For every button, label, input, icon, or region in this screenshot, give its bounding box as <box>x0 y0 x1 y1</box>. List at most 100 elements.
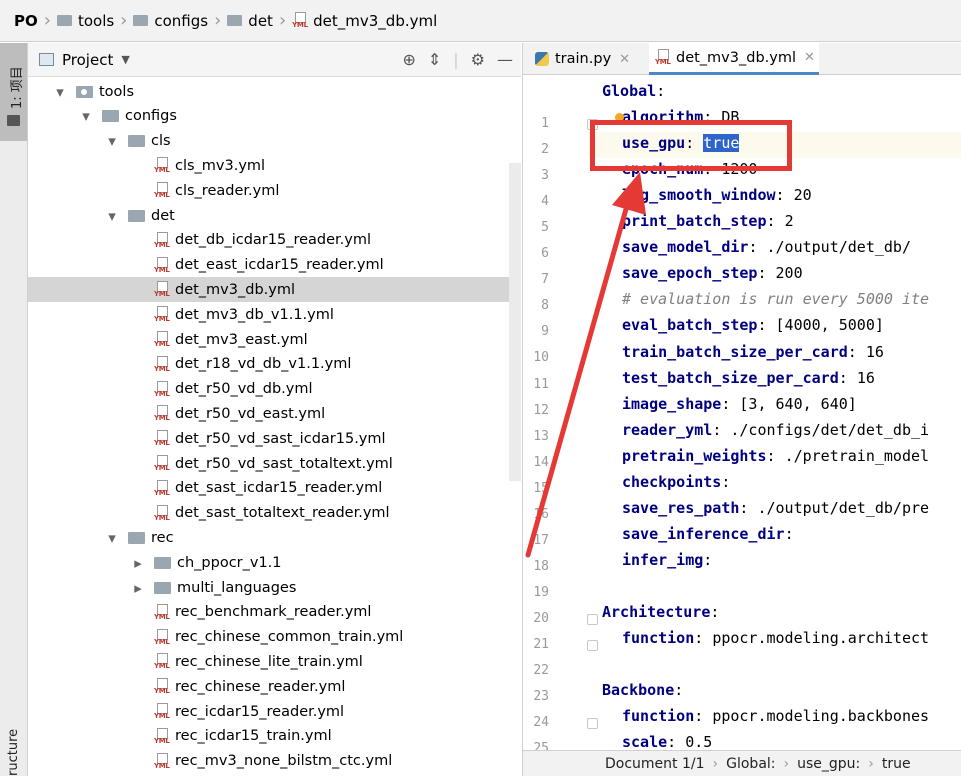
chevron-down-icon[interactable]: ▾ <box>106 529 118 547</box>
status-crumb-use-gpu[interactable]: use_gpu: <box>797 756 860 772</box>
tree-file-item[interactable]: YML rec_icdar15_train.yml <box>28 724 521 749</box>
tree-item-label: det_r50_vd_db.yml <box>175 381 313 398</box>
code-line[interactable]: save_inference_dir: <box>622 521 794 547</box>
tree-folder-item[interactable]: ▸ multi_languages <box>28 575 521 600</box>
yml-file-icon: YML <box>154 380 171 398</box>
code-line[interactable]: pretrain_weights: ./pretrain_model <box>622 443 929 469</box>
tree-folder-item[interactable]: ▾ rec <box>28 525 521 550</box>
code-line[interactable]: infer_img: <box>622 547 712 573</box>
chevron-right-icon[interactable]: ▸ <box>132 554 144 572</box>
structure-tool-tab[interactable]: ructure <box>0 703 27 776</box>
folder-icon <box>7 115 20 126</box>
tree-file-item[interactable]: YML det_r50_vd_sast_icdar15.yml <box>28 426 521 451</box>
yaml-key: log_smooth_window <box>622 186 776 205</box>
chevron-down-icon[interactable]: ▾ <box>54 83 66 101</box>
status-crumb-global[interactable]: Global: <box>726 756 775 772</box>
line-number: 14 <box>533 454 549 470</box>
yaml-key: Architecture <box>602 603 711 621</box>
tree-file-item[interactable]: YML det_mv3_east.yml <box>28 327 521 352</box>
code-line[interactable]: print_batch_step: 2 <box>622 208 794 234</box>
tree-file-item[interactable]: YML cls_mv3.yml <box>28 153 521 178</box>
tree-file-item[interactable]: YML det_sast_icdar15_reader.yml <box>28 476 521 501</box>
editor-breadcrumb-status: Document 1/1 › Global: › use_gpu: › true <box>523 750 961 776</box>
line-number: 20 <box>533 610 549 626</box>
breadcrumb-item-file[interactable]: YML det_mv3_db.yml <box>292 12 437 30</box>
tree-file-item[interactable]: YML det_db_icdar15_reader.yml <box>28 228 521 253</box>
breadcrumb-item-det[interactable]: det <box>227 12 273 30</box>
chevron-down-icon[interactable]: ▾ <box>106 132 118 150</box>
breadcrumb-item-project[interactable]: PO <box>14 12 38 30</box>
tree-item-label: configs <box>125 108 177 125</box>
tree-file-item[interactable]: YML rec_chinese_common_train.yml <box>28 625 521 650</box>
tree-folder-item[interactable]: ▸ ch_ppocr_v1.1 <box>28 550 521 575</box>
locate-file-icon[interactable]: ⊕ <box>402 50 415 69</box>
yml-file-icon: YML <box>154 281 171 298</box>
tree-file-item[interactable]: YML rec_mv3_none_bilstm_ctc.yml <box>28 749 521 774</box>
tree-file-item[interactable]: YML rec_chinese_reader.yml <box>28 674 521 699</box>
tab-train-py[interactable]: train.py ✕ <box>535 43 647 75</box>
yml-file-icon: YML <box>154 727 171 745</box>
tree-folder-item[interactable]: ▾ det <box>28 203 521 228</box>
close-icon[interactable]: ✕ <box>619 52 630 67</box>
code-line[interactable]: log_smooth_window: 20 <box>622 182 812 208</box>
tree-file-item[interactable]: YML rec_benchmark_reader.yml <box>28 600 521 625</box>
code-line[interactable]: image_shape: [3, 640, 640] <box>622 391 857 417</box>
fold-marker-icon[interactable] <box>587 718 598 730</box>
code-line[interactable]: save_res_path: ./output/det_db/pre <box>622 495 929 521</box>
chevron-down-icon[interactable]: ▼ <box>121 53 129 66</box>
code-line[interactable]: test_batch_size_per_card: 16 <box>622 365 875 391</box>
tree-file-item[interactable]: YML det_east_icdar15_reader.yml <box>28 253 521 278</box>
tree-file-item[interactable]: YML det_sast_totaltext_reader.yml <box>28 501 521 526</box>
breadcrumb-separator: › <box>278 10 287 31</box>
document-indicator[interactable]: Document 1/1 <box>605 756 705 772</box>
tree-scrollbar[interactable] <box>509 163 521 481</box>
code-line[interactable]: train_batch_size_per_card: 16 <box>622 339 884 365</box>
breadcrumb-item-configs[interactable]: configs <box>133 12 208 30</box>
tree-folder-item[interactable]: ▾ cls <box>28 129 521 154</box>
code-line[interactable]: save_model_dir: ./output/det_db/ <box>622 234 911 260</box>
tree-file-item[interactable]: YML rec_chinese_lite_train.yml <box>28 649 521 674</box>
tab-det-mv3-db-yml[interactable]: YML det_mv3_db.yml ✕ <box>649 43 819 75</box>
tree-file-item[interactable]: YML cls_reader.yml <box>28 178 521 203</box>
tree-file-item[interactable]: YML det_r50_vd_east.yml <box>28 401 521 426</box>
tab-label: train.py <box>555 51 612 67</box>
project-view-title[interactable]: Project <box>62 51 113 69</box>
code-line[interactable]: Architecture: <box>602 599 719 625</box>
breadcrumb-label: configs <box>154 11 209 30</box>
breadcrumb-item-tools[interactable]: tools <box>56 12 114 30</box>
tree-item-label: multi_languages <box>177 579 297 596</box>
fold-marker-icon[interactable] <box>587 613 598 625</box>
status-crumb-value[interactable]: true <box>882 756 911 772</box>
close-icon[interactable]: ✕ <box>804 50 815 65</box>
fold-marker-icon[interactable] <box>587 640 598 651</box>
collapse-all-icon[interactable]: ⇕ <box>428 50 441 69</box>
code-line[interactable]: function: ppocr.modeling.backbones <box>622 703 929 729</box>
yaml-key: Backbone <box>602 681 675 700</box>
code-line[interactable]: checkpoints: <box>622 469 730 495</box>
chevron-down-icon[interactable]: ▾ <box>106 207 118 225</box>
tree-folder-item[interactable]: ▾ tools <box>28 79 521 104</box>
yaml-key: save_epoch_step <box>622 264 758 283</box>
tree-file-item[interactable]: YML det_mv3_db_v1.1.yml <box>28 302 521 327</box>
code-line[interactable]: # evaluation is run every 5000 ite <box>622 286 929 312</box>
code-line[interactable]: Global: <box>602 78 665 104</box>
line-number: 4 <box>541 194 549 210</box>
tree-file-item[interactable]: YML det_mv3_db.yml <box>28 277 521 303</box>
tree-file-item[interactable]: YML det_r50_vd_sast_totaltext.yml <box>28 451 521 476</box>
code-line[interactable]: reader_yml: ./configs/det/det_db_i <box>622 417 929 443</box>
tree-file-item[interactable]: YML det_r18_vd_db_v1.1.yml <box>28 352 521 377</box>
chevron-right-icon[interactable]: ▸ <box>132 579 144 597</box>
code-line[interactable]: save_epoch_step: 200 <box>622 260 803 286</box>
project-tool-tab[interactable]: 1: 项目 <box>0 43 27 141</box>
code-line[interactable]: function: ppocr.modeling.architect <box>622 625 929 651</box>
code-line[interactable]: eval_batch_step: [4000, 5000] <box>622 312 884 338</box>
tree-file-item[interactable]: YML det_r50_vd_db.yml <box>28 377 521 402</box>
tree-file-item[interactable]: YML rec_icdar15_reader.yml <box>28 699 521 724</box>
code-line[interactable]: Backbone: <box>602 677 683 703</box>
tree-folder-item[interactable]: ▾ configs <box>28 104 521 129</box>
line-number: 1 <box>541 116 549 131</box>
yaml-key: checkpoints <box>622 472 722 491</box>
gear-icon[interactable]: ⚙ <box>471 50 485 69</box>
minimize-icon[interactable]: — <box>497 50 513 69</box>
chevron-down-icon[interactable]: ▾ <box>80 107 92 125</box>
